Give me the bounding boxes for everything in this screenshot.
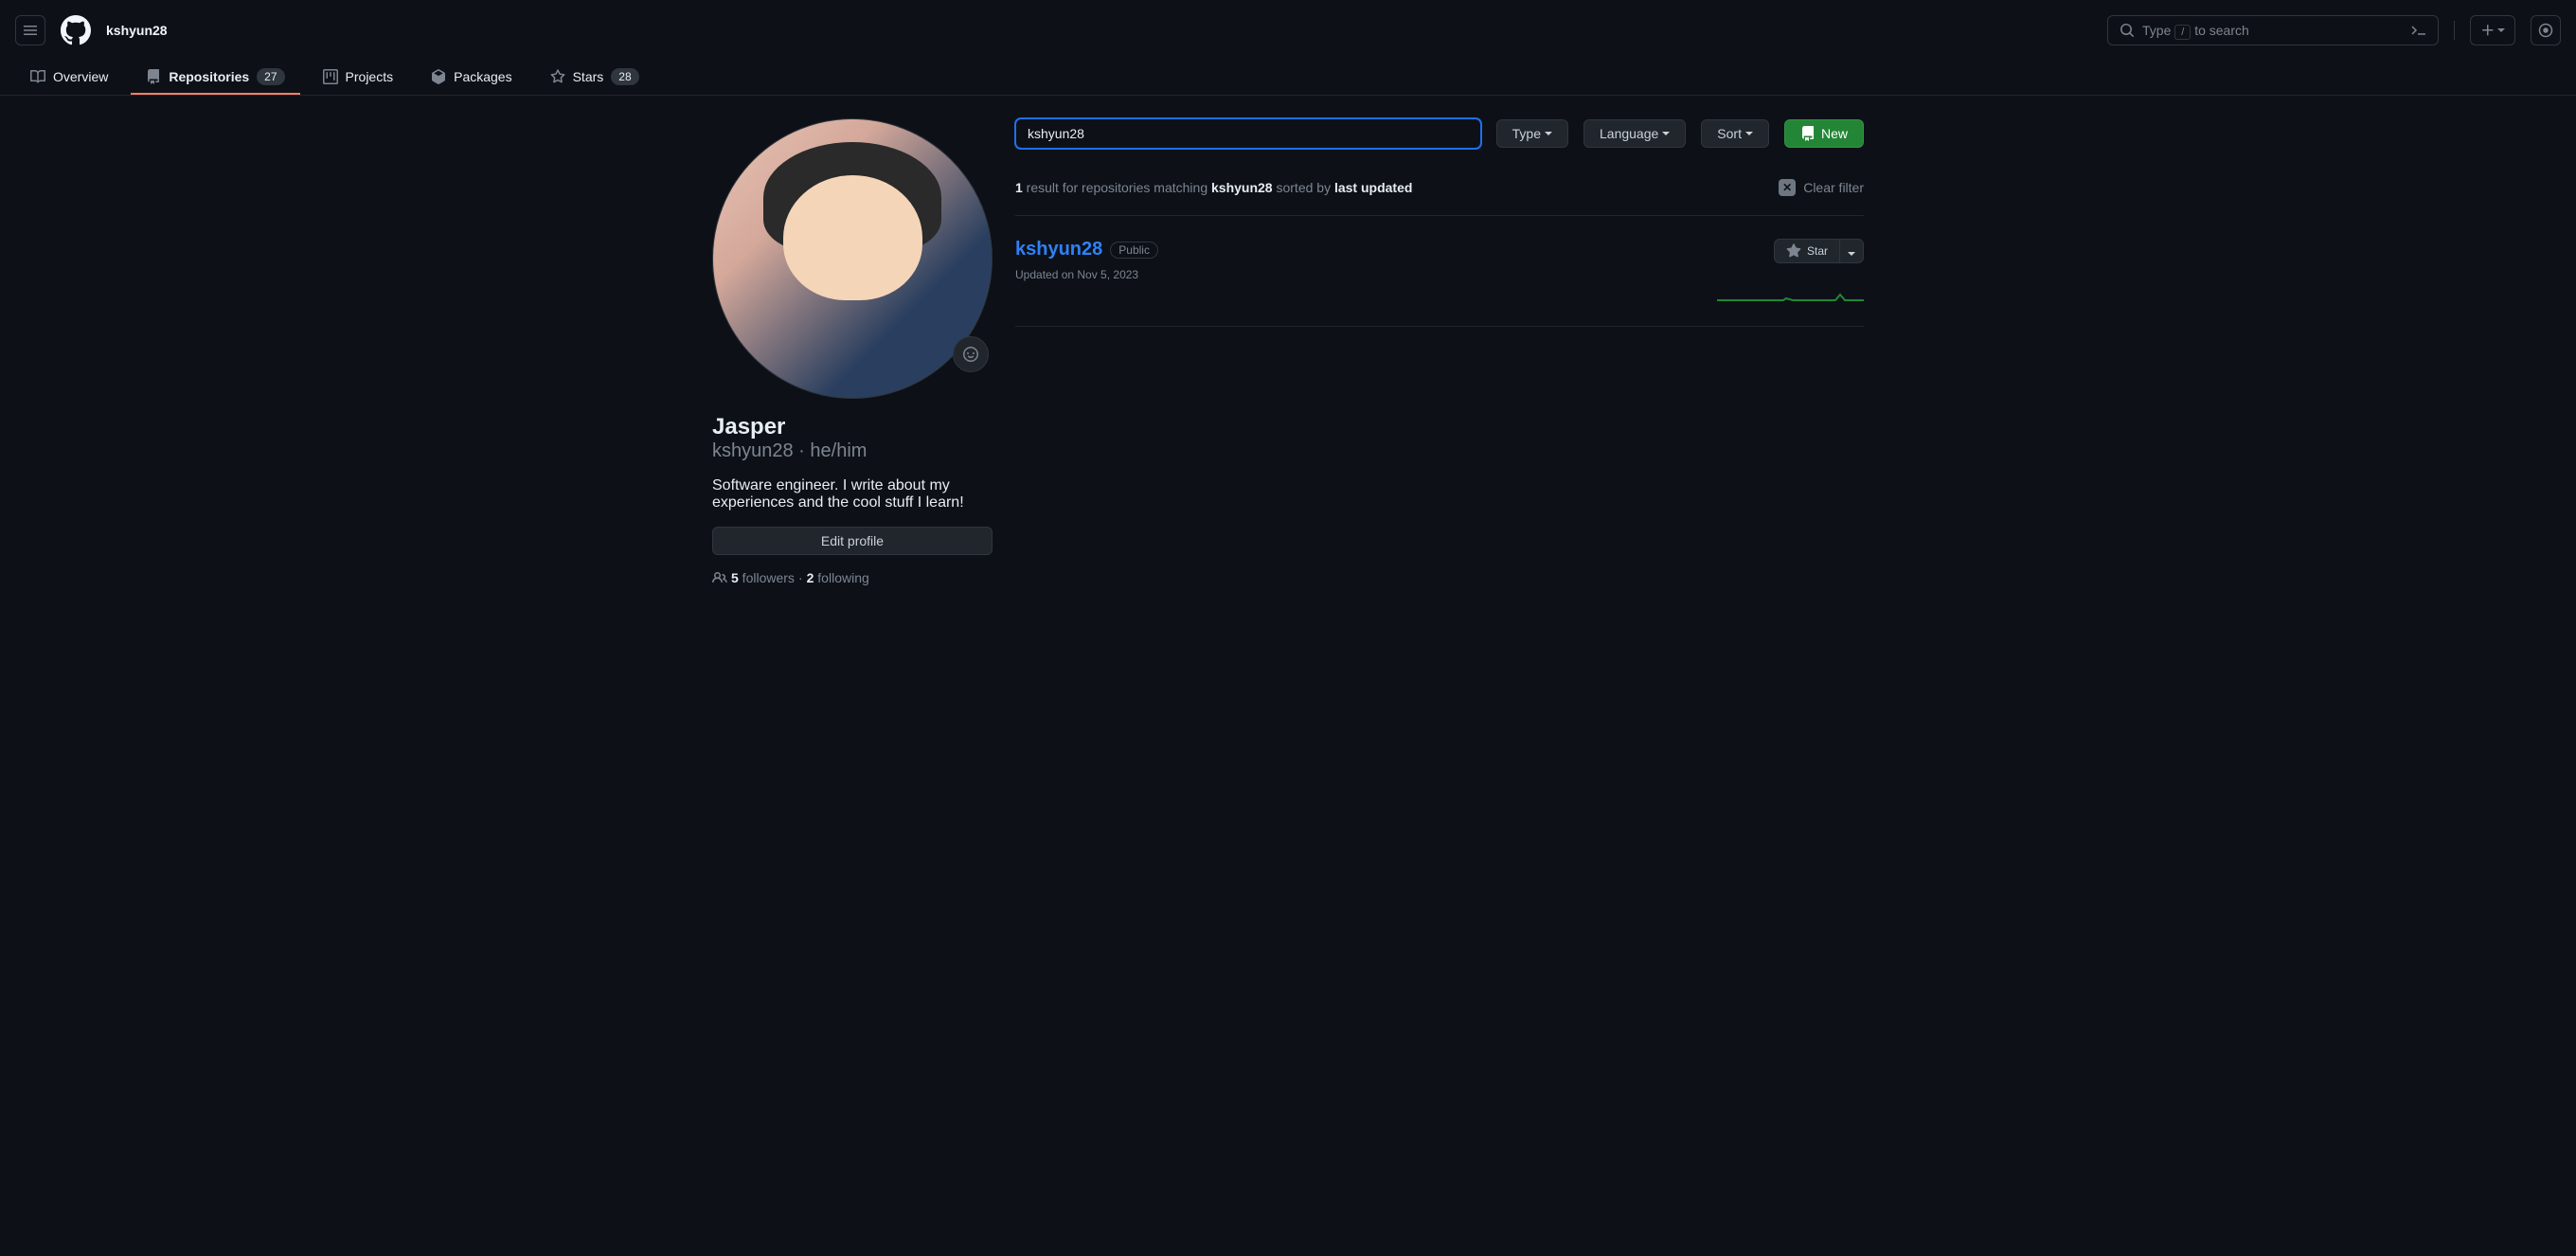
global-header: kshyun28 Type / to search [0, 0, 2576, 61]
results-bar: 1 result for repositories matching kshyu… [1015, 160, 1864, 216]
tab-projects[interactable]: Projects [308, 61, 409, 95]
star-dropdown-button[interactable] [1840, 239, 1864, 263]
tab-packages[interactable]: Packages [416, 61, 527, 95]
repo-updated-text: Updated on Nov 5, 2023 [1015, 268, 1717, 281]
avatar[interactable] [712, 118, 993, 399]
star-button-group: Star [1774, 239, 1864, 263]
edit-profile-button[interactable]: Edit profile [712, 527, 993, 555]
repo-search-input[interactable] [1015, 118, 1481, 149]
plus-icon [2480, 23, 2496, 38]
tab-packages-label: Packages [454, 69, 511, 84]
global-search[interactable]: Type / to search [2107, 15, 2439, 45]
chevron-down-icon [1545, 132, 1552, 135]
create-new-button[interactable] [2470, 15, 2515, 45]
profile-username-row: kshyun28 · he/him [712, 440, 993, 462]
tab-repositories[interactable]: Repositories 27 [131, 61, 299, 95]
header-username[interactable]: kshyun28 [106, 23, 168, 38]
follow-stats: 5 followers · 2 following [712, 570, 993, 585]
profile-username: kshyun28 [712, 440, 794, 461]
star-icon [550, 69, 565, 84]
repo-content: Type Language Sort New 1 result for repo… [1015, 118, 1864, 585]
following-link[interactable]: 2 following [807, 570, 869, 585]
tab-repositories-label: Repositories [169, 69, 249, 84]
repo-list-item: kshyun28 Public Updated on Nov 5, 2023 S… [1015, 216, 1864, 327]
sort-filter-button[interactable]: Sort [1701, 119, 1769, 148]
command-palette-icon [2411, 23, 2426, 38]
repo-visibility-badge: Public [1110, 242, 1158, 259]
chevron-down-icon [1848, 252, 1855, 256]
profile-separator: · [794, 440, 811, 461]
stars-count: 28 [611, 68, 638, 85]
profile-sidebar: Jasper kshyun28 · he/him Software engine… [712, 118, 993, 585]
star-button[interactable]: Star [1774, 239, 1840, 263]
issue-icon [2538, 23, 2553, 38]
search-icon [2120, 23, 2135, 38]
language-filter-button[interactable]: Language [1583, 119, 1686, 148]
set-status-button[interactable] [953, 336, 989, 372]
tab-stars[interactable]: Stars 28 [535, 61, 654, 95]
star-icon [1786, 243, 1801, 259]
repo-icon [146, 69, 161, 84]
profile-display-name: Jasper [712, 414, 993, 440]
chevron-down-icon [1662, 132, 1670, 135]
tab-stars-label: Stars [573, 69, 604, 84]
chevron-down-icon [1745, 132, 1753, 135]
profile-nav-tabs: Overview Repositories 27 Projects Packag… [0, 61, 2576, 96]
filter-row: Type Language Sort New [1015, 118, 1864, 149]
hamburger-icon [23, 23, 38, 38]
stat-separator: · [798, 570, 803, 585]
type-filter-button[interactable]: Type [1496, 119, 1568, 148]
activity-sparkline [1717, 275, 1864, 303]
github-logo[interactable] [61, 15, 91, 45]
profile-bio: Software engineer. I write about my expe… [712, 477, 993, 511]
search-placeholder-text: Type [2142, 23, 2171, 38]
chevron-down-icon [2497, 28, 2505, 32]
repositories-count: 27 [257, 68, 284, 85]
avatar-container [712, 118, 993, 399]
profile-pronouns: he/him [810, 440, 867, 461]
results-text: 1 result for repositories matching kshyu… [1015, 180, 1412, 195]
project-icon [323, 69, 338, 84]
people-icon [712, 570, 727, 585]
book-icon [30, 69, 45, 84]
hamburger-menu-button[interactable] [15, 15, 45, 45]
search-hint-text: to search [2194, 23, 2249, 38]
tab-overview-label: Overview [53, 69, 108, 84]
issues-button[interactable] [2531, 15, 2561, 45]
followers-link[interactable]: 5 followers [731, 570, 795, 585]
new-repo-button[interactable]: New [1784, 119, 1864, 148]
repo-icon [1800, 126, 1816, 141]
tab-projects-label: Projects [346, 69, 394, 84]
close-icon: ✕ [1779, 179, 1796, 196]
package-icon [431, 69, 446, 84]
main-content: Jasper kshyun28 · he/him Software engine… [682, 96, 1894, 608]
tab-overview[interactable]: Overview [15, 61, 123, 95]
smiley-icon [963, 347, 978, 362]
header-divider [2454, 21, 2455, 40]
repo-name-link[interactable]: kshyun28 [1015, 239, 1102, 260]
clear-filter-button[interactable]: ✕ Clear filter [1779, 179, 1864, 196]
slash-key-hint: / [2174, 25, 2191, 40]
